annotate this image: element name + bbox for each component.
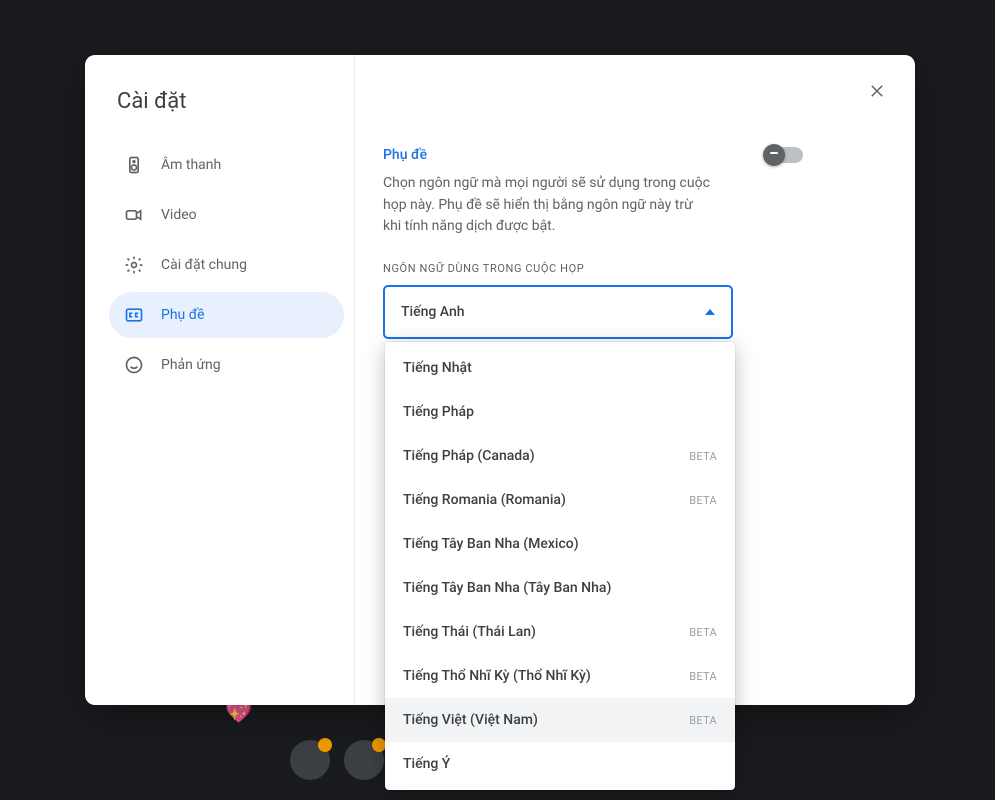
language-dropdown[interactable]: Tiếng Nhật Tiếng Pháp Tiếng Pháp (Canada) B… bbox=[385, 342, 735, 790]
sidebar-item-label: Phản ứng bbox=[161, 357, 221, 373]
language-option[interactable]: Tiếng Nhật bbox=[385, 346, 735, 390]
sidebar-item-label: Video bbox=[161, 207, 197, 223]
language-option[interactable]: Tiếng Romania (Romania) BETA bbox=[385, 478, 735, 522]
language-option-label: Tiếng Romania (Romania) bbox=[403, 492, 566, 508]
sidebar-item-label: Cài đặt chung bbox=[161, 257, 247, 273]
sidebar-item-label: Phụ đề bbox=[161, 307, 205, 323]
captions-icon bbox=[123, 304, 145, 326]
language-selected-value: Tiếng Anh bbox=[401, 304, 465, 320]
speaker-icon bbox=[123, 154, 145, 176]
language-select[interactable]: Tiếng Anh Tiếng NhậtTiếng PhápTiếng Pháp… bbox=[383, 285, 733, 339]
language-option-label: Tiếng Pháp bbox=[403, 404, 474, 420]
sidebar-item-general[interactable]: Cài đặt chung bbox=[109, 242, 344, 288]
dialog-title: Cài đặt bbox=[117, 89, 344, 114]
settings-sidebar: Cài đặt Âm thanh Video Cài đặt chung Phụ… bbox=[85, 55, 355, 705]
close-button[interactable] bbox=[861, 75, 893, 107]
beta-badge: BETA bbox=[689, 494, 717, 507]
sidebar-item-audio[interactable]: Âm thanh bbox=[109, 142, 344, 188]
chevron-up-icon bbox=[705, 309, 715, 315]
captions-description: Chọn ngôn ngữ mà mọi người sẽ sử dụng tr… bbox=[383, 173, 713, 238]
camera-button-bg bbox=[344, 740, 384, 780]
language-option[interactable]: Tiếng Ý bbox=[385, 742, 735, 786]
language-option-label: Tiếng Thái (Thái Lan) bbox=[403, 624, 536, 640]
language-option[interactable]: Tiếng Việt (Việt Nam) BETA bbox=[385, 698, 735, 742]
beta-badge: BETA bbox=[689, 626, 717, 639]
emoji-icon bbox=[123, 354, 145, 376]
language-option-label: Tiếng Pháp (Canada) bbox=[403, 448, 535, 464]
settings-content: Phụ đề Chọn ngôn ngữ mà mọi người sẽ sử … bbox=[355, 55, 915, 705]
language-field-label: NGÔN NGỮ DÙNG TRONG CUỘC HỌP bbox=[383, 262, 887, 275]
sidebar-item-label: Âm thanh bbox=[161, 157, 221, 173]
captions-toggle[interactable] bbox=[765, 147, 803, 163]
video-icon bbox=[123, 204, 145, 226]
sidebar-item-captions[interactable]: Phụ đề bbox=[109, 292, 344, 338]
language-option-label: Tiếng Nhật bbox=[403, 360, 472, 376]
background-call-controls bbox=[290, 740, 384, 780]
language-option-label: Tiếng Thổ Nhĩ Kỳ (Thổ Nhĩ Kỳ) bbox=[403, 668, 591, 684]
captions-section-title: Phụ đề bbox=[383, 147, 427, 163]
beta-badge: BETA bbox=[689, 450, 717, 463]
language-option[interactable]: Tiếng Thái (Thái Lan) BETA bbox=[385, 610, 735, 654]
settings-dialog: Cài đặt Âm thanh Video Cài đặt chung Phụ… bbox=[85, 55, 915, 705]
beta-badge: BETA bbox=[689, 714, 717, 727]
language-option[interactable]: Tiếng Pháp bbox=[385, 390, 735, 434]
language-option-label: Tiếng Tây Ban Nha (Mexico) bbox=[403, 536, 579, 552]
sidebar-item-video[interactable]: Video bbox=[109, 192, 344, 238]
language-option-label: Tiếng Tây Ban Nha (Tây Ban Nha) bbox=[403, 580, 611, 596]
mic-button-bg bbox=[290, 740, 330, 780]
language-option[interactable]: Tiếng Thổ Nhĩ Kỳ (Thổ Nhĩ Kỳ) BETA bbox=[385, 654, 735, 698]
beta-badge: BETA bbox=[689, 670, 717, 683]
language-option-label: Tiếng Ý bbox=[403, 756, 450, 772]
language-option[interactable]: Tiếng Tây Ban Nha (Mexico) bbox=[385, 522, 735, 566]
sidebar-item-reactions[interactable]: Phản ứng bbox=[109, 342, 344, 388]
language-option[interactable]: Tiếng Tây Ban Nha (Tây Ban Nha) bbox=[385, 566, 735, 610]
gear-icon bbox=[123, 254, 145, 276]
language-option[interactable]: Tiếng Pháp (Canada) BETA bbox=[385, 434, 735, 478]
language-option-label: Tiếng Việt (Việt Nam) bbox=[403, 712, 538, 728]
